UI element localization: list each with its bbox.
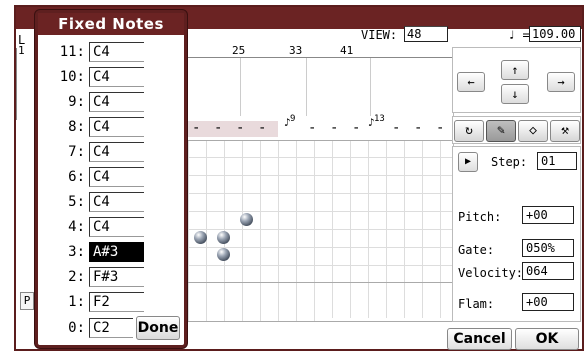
ok-button[interactable]: OK [515, 328, 579, 350]
popup-title: Fixed Notes [38, 13, 184, 35]
done-button[interactable]: Done [136, 316, 180, 340]
note-row-4: 4: C4 [38, 215, 184, 239]
eraser-icon[interactable]: ◇ [518, 120, 548, 142]
note-field-11[interactable]: C4 [89, 42, 144, 62]
flam-field[interactable]: +00 [522, 293, 574, 311]
note-index-label: 6: [68, 169, 85, 185]
pencil-icon[interactable]: ✎ [486, 120, 516, 142]
note-row-10: 10: C4 [38, 65, 184, 89]
note-field-3[interactable]: A#3 [89, 242, 144, 262]
screen: L VIEW: 48 ♩ = 109.00 1 25 33 41 - - - -… [0, 0, 584, 351]
velocity-field[interactable]: 064 [522, 262, 574, 280]
rhythm-number-9: 9 [290, 114, 296, 124]
note-index-label: 5: [68, 194, 85, 210]
note-row-1: 1: F2 [38, 290, 184, 314]
note-row-8: 8: C4 [38, 115, 184, 139]
note-index-label: 0: [68, 320, 85, 336]
note-row-3: 3: A#3 [38, 240, 184, 264]
velocity-label: Velocity: [458, 266, 524, 280]
cancel-button[interactable]: Cancel [447, 328, 512, 350]
note-row-11: 11: C4 [38, 40, 184, 64]
pitch-label: Pitch: [458, 210, 502, 224]
play-icon[interactable]: ▶ [458, 152, 478, 172]
overview-grid[interactable] [170, 58, 454, 116]
note-field-7[interactable]: C4 [89, 142, 144, 162]
step-ruler: 1 25 33 41 [18, 44, 456, 58]
ruler-left-edge [16, 48, 32, 120]
note-index-label: 1: [68, 294, 85, 310]
note-field-4[interactable]: C4 [89, 217, 144, 237]
note-row-7: 7: C4 [38, 140, 184, 164]
view-label: VIEW: [361, 28, 398, 42]
loop-icon[interactable]: ↻ [454, 120, 484, 142]
arrow-right-icon[interactable]: → [547, 72, 575, 92]
note-field-0[interactable]: C2 [89, 318, 133, 338]
note-field-9[interactable]: C4 [89, 92, 144, 112]
navigation-pane: ← ↑ ↓ → [452, 47, 581, 113]
note-index-label: 10: [59, 69, 85, 85]
note-index-label: 7: [68, 144, 85, 160]
ruler-tick-25: 25 [232, 44, 246, 57]
pitch-field[interactable]: +00 [522, 206, 574, 224]
fixed-notes-popup: Fixed Notes 11: C4 10: C4 9: C4 8: C4 7:… [35, 10, 187, 348]
note-event[interactable] [217, 231, 230, 244]
arrow-down-icon[interactable]: ↓ [501, 84, 529, 104]
note-field-10[interactable]: C4 [89, 67, 144, 87]
view-field[interactable]: 48 [404, 26, 448, 42]
step-field[interactable]: 01 [537, 152, 577, 170]
gate-field[interactable]: 050% [522, 239, 574, 257]
tempo-field[interactable]: 109.00 [529, 26, 581, 42]
ruler-tick-1: 1 [18, 44, 25, 57]
note-row-9: 9: C4 [38, 90, 184, 114]
arrow-left-icon[interactable]: ← [457, 72, 485, 92]
note-index-label: 9: [68, 94, 85, 110]
wrench-icon[interactable]: ⚒ [550, 120, 580, 142]
note-index-label: 11: [59, 44, 85, 60]
page-tab-p[interactable]: P [20, 292, 34, 310]
note-index-label: 3: [68, 244, 85, 260]
step-params-pane: ▶ Step: 01 Pitch: +00 Gate: 050% Velocit… [452, 146, 581, 322]
flam-label: Flam: [458, 297, 495, 311]
note-field-5[interactable]: C4 [89, 192, 144, 212]
note-index-label: 4: [68, 219, 85, 235]
note-field-8[interactable]: C4 [89, 117, 144, 137]
note-field-1[interactable]: F2 [89, 292, 144, 312]
lower-lane [172, 282, 453, 322]
note-field-2[interactable]: F#3 [89, 267, 144, 287]
rhythm-number-13: 13 [374, 114, 385, 124]
note-index-label: 2: [68, 269, 85, 285]
note-row-2: 2: F#3 [38, 265, 184, 289]
ruler-tick-41: 41 [340, 44, 354, 57]
rhythm-bar: - - - - ♪ 9 - - - ♪ 13 - - - [180, 114, 450, 140]
step-label: Step: [491, 155, 528, 169]
tempo-label: ♩ = [508, 28, 530, 42]
arrow-up-icon[interactable]: ↑ [501, 60, 529, 80]
note-field-6[interactable]: C4 [89, 167, 144, 187]
note-row-6: 6: C4 [38, 165, 184, 189]
gate-label: Gate: [458, 243, 495, 257]
note-row-5: 5: C4 [38, 190, 184, 214]
note-event[interactable] [217, 248, 230, 261]
ruler-tick-33: 33 [289, 44, 303, 57]
note-event[interactable] [240, 213, 253, 226]
note-index-label: 8: [68, 119, 85, 135]
tool-pane: ↻ ✎ ◇ ⚒ [452, 116, 581, 144]
note-event[interactable] [194, 231, 207, 244]
